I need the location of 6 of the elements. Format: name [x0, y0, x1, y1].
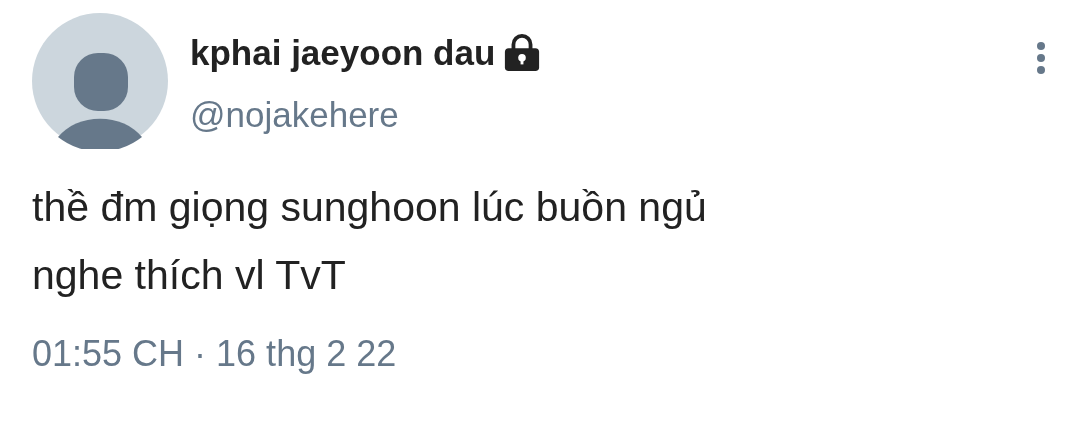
username: @nojakehere: [190, 95, 400, 135]
more-options-icon[interactable]: [1036, 41, 1046, 75]
display-name: kphai jaeyoon dau: [190, 33, 496, 73]
avatar-icon[interactable]: [32, 13, 168, 149]
timestamp: 01:55 CH · 16 thg 2 22: [32, 333, 397, 375]
tweet-text: thề đm giọng sunghoon lúc buồn ngủ nghe thích vl TvT: [32, 183, 708, 300]
